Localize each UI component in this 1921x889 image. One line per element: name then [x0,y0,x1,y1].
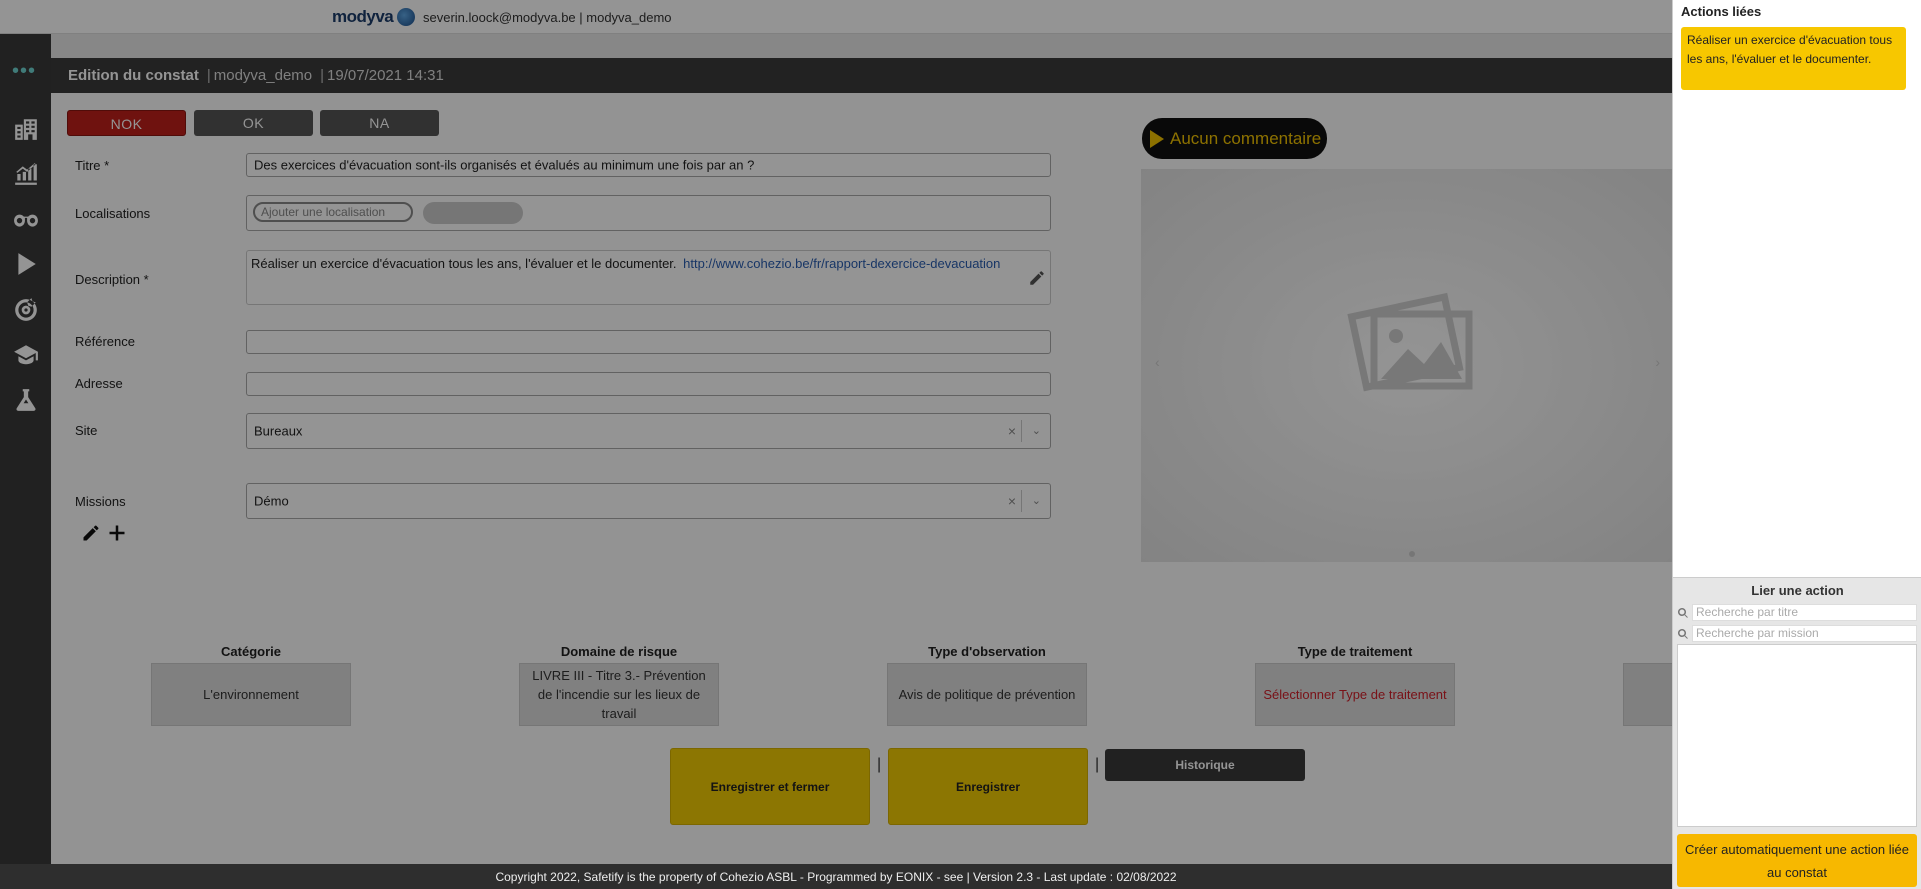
button-separator: | [1095,756,1100,773]
comment-label: Aucun commentaire [1170,128,1322,148]
image-placeholder-icon [1347,292,1473,392]
button-separator: | [877,756,882,773]
footer-text: Copyright 2022, Safetify is the property… [495,869,1177,884]
main-content: Edition du constat | modyva_demo | 19/07… [51,34,1674,864]
header-org: modyva_demo [213,67,313,84]
search-mission-input[interactable]: Recherche par mission [1692,625,1917,642]
clear-icon[interactable]: × [1008,423,1016,439]
carousel-next-icon[interactable]: › [1655,354,1660,370]
search-title-input[interactable]: Recherche par titre [1692,604,1917,621]
header-datetime: 19/07/2021 14:31 [327,67,444,84]
user-info[interactable]: severin.loock@modyva.be | modyva_demo [423,10,672,25]
titre-field[interactable]: Des exercices d'évacuation sont-ils orga… [246,153,1051,177]
logo-text: modyva [332,7,394,26]
globe-icon [397,8,416,26]
titre-value: Des exercices d'évacuation sont-ils orga… [254,157,755,173]
localisation-input[interactable]: Ajouter une localisation [253,202,413,222]
linked-actions-panel: Actions liées Réaliser un exercice d'éva… [1672,0,1921,889]
description-text: Réaliser un exercice d'évacuation tous l… [251,256,1000,271]
carousel-dot[interactable] [1409,551,1415,557]
chart-growth-icon[interactable] [13,161,39,187]
localisation-add-pill[interactable] [423,202,523,224]
observation-title: Type d'observation [928,644,1046,659]
search-results-list[interactable] [1677,644,1917,827]
save-button[interactable]: Enregistrer [888,748,1088,825]
site-select[interactable]: Bureaux × ⌄ [246,413,1051,449]
reference-label: Référence [75,334,135,349]
nok-button[interactable]: NOK [67,110,186,136]
flask-icon[interactable] [13,387,39,413]
create-linked-action-button[interactable]: Créer automatiquement une action liée au… [1677,834,1917,887]
select-divider [1021,490,1022,512]
chevron-down-icon[interactable]: ⌄ [1032,494,1041,507]
description-field[interactable]: Réaliser un exercice d'évacuation tous l… [246,250,1051,305]
photo-carousel[interactable]: ‹ › [1141,169,1672,562]
modyva-logo[interactable]: modyva [332,6,416,28]
link-action-title: Lier une action [1751,583,1844,598]
domaine-box[interactable]: LIVRE III - Titre 3.- Prévention de l'in… [519,663,719,726]
missions-label: Missions [75,494,126,509]
buildings-icon[interactable] [13,116,39,142]
search-icon [1677,607,1688,618]
sub-bar [51,34,1672,58]
chevron-down-icon[interactable]: ⌄ [1032,424,1041,437]
target-icon[interactable] [13,297,39,323]
play-icon[interactable] [13,251,39,277]
missions-value: Démo [254,493,289,509]
site-value: Bureaux [254,423,303,439]
edit-description-icon[interactable] [1028,269,1046,287]
edit-header: Edition du constat | modyva_demo | 19/07… [51,58,1672,93]
domaine-title: Domaine de risque [560,644,678,659]
panel-title: Actions liées [1681,4,1762,19]
left-sidebar: ••• [0,34,51,864]
adresse-field[interactable] [246,372,1051,396]
top-bar: modyva severin.loock@modyva.be | modyva_… [0,0,1672,34]
traitement-box[interactable]: Sélectionner Type de traitement [1255,663,1455,726]
reference-field[interactable] [246,330,1051,354]
categorie-box[interactable]: L'environnement [151,663,351,726]
plus-icon[interactable] [107,523,127,543]
ok-button[interactable]: OK [194,110,313,136]
header-separator: | [206,67,211,84]
search-icon [1677,628,1688,639]
description-body: Réaliser un exercice d'évacuation tous l… [251,256,677,271]
link-action-section: Lier une action Recherche par titre Rech… [1673,577,1921,889]
save-close-button[interactable]: Enregistrer et fermer [670,748,870,825]
extra-category-box[interactable] [1623,663,1674,726]
select-divider [1021,420,1022,442]
description-label: Description * [75,272,149,287]
observation-box[interactable]: Avis de politique de prévention [887,663,1087,726]
site-label: Site [75,423,98,438]
mission-tools [81,523,127,543]
binoculars-icon[interactable] [13,206,39,232]
na-button[interactable]: NA [320,110,439,136]
search-mission-row: Recherche par mission [1677,625,1917,642]
pencil-icon[interactable] [81,523,101,543]
carousel-prev-icon[interactable]: ‹ [1155,354,1160,370]
page-title: Edition du constat [68,67,199,84]
missions-select[interactable]: Démo × ⌄ [246,483,1051,519]
linked-action-card[interactable]: Réaliser un exercice d'évacuation tous l… [1681,27,1906,90]
comment-button[interactable]: Aucun commentaire [1142,118,1327,159]
adresse-label: Adresse [75,376,123,391]
history-button[interactable]: Historique [1105,749,1305,781]
localisations-field: Ajouter une localisation [246,195,1051,231]
menu-dots-icon[interactable]: ••• [12,61,36,81]
titre-label: Titre * [75,158,110,173]
search-title-row: Recherche par titre [1677,604,1917,621]
play-icon [1150,129,1164,148]
traitement-title: Type de traitement [1297,644,1413,659]
categorie-title: Catégorie [221,644,281,659]
graduation-cap-icon[interactable] [13,342,39,368]
localisations-label: Localisations [75,206,151,221]
header-separator: | [320,67,325,84]
description-link[interactable]: http://www.cohezio.be/fr/rapport-dexerci… [683,256,1000,271]
footer: Copyright 2022, Safetify is the property… [0,864,1672,889]
clear-icon[interactable]: × [1008,493,1016,509]
